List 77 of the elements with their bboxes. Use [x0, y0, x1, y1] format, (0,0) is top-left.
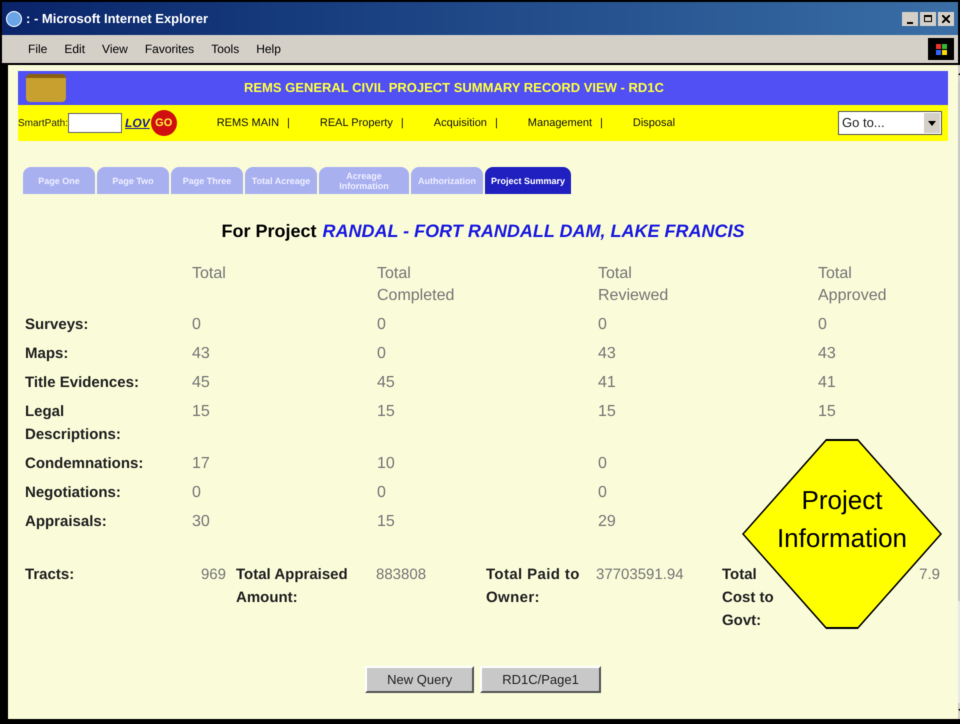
table-cell-text: 41: [598, 373, 617, 393]
total-label: Total Paid to Owner:: [486, 565, 581, 608]
table-cell-text: 45: [377, 373, 396, 393]
table-cell-text: 15: [377, 402, 396, 422]
menu-item[interactable]: View: [102, 40, 128, 58]
tab[interactable]: Project Summary: [485, 167, 572, 194]
total-label: Total Cost to Govt:: [722, 565, 775, 631]
goto-dropdown[interactable]: Go to...: [838, 111, 942, 135]
table-cell-text: 37703591.94: [596, 565, 685, 585]
smartpath-label: SmartPath:: [18, 116, 68, 130]
close-icon: [942, 14, 950, 22]
column-header: Total Completed: [377, 264, 456, 306]
nav-separator: |: [494, 116, 498, 131]
table-cell-text: 43: [192, 344, 211, 364]
nav-link[interactable]: Management: [528, 114, 592, 132]
table-cell-text: 0: [192, 483, 202, 503]
table-cell-text: 10: [377, 454, 396, 474]
row-label: Maps:: [25, 344, 70, 364]
go-button[interactable]: GO: [150, 110, 177, 136]
table-cell-text: 15: [192, 402, 211, 422]
table-cell-text: 41: [818, 373, 837, 393]
table-cell-text: 0: [598, 315, 608, 335]
smartpath-field[interactable]: [68, 113, 122, 133]
nav-link[interactable]: REMS MAIN: [216, 114, 280, 132]
windows-logo-icon: [928, 38, 954, 60]
page-button[interactable]: New Query: [365, 666, 474, 693]
table-cell-text: 15: [598, 402, 617, 422]
callout-text: Project Information: [776, 484, 908, 555]
table-cell-text: 43: [818, 344, 837, 364]
row-label: Legal Descriptions:: [25, 402, 122, 445]
browser-icon: [6, 10, 22, 26]
menu-item[interactable]: Favorites: [144, 40, 194, 58]
row-label: Appraisals:: [25, 512, 108, 532]
maximize-button[interactable]: [920, 12, 936, 26]
row-label: Negotiations:: [25, 483, 122, 503]
nav-link[interactable]: Disposal: [632, 114, 676, 132]
table-cell-text: 0: [377, 483, 387, 503]
column-header: Total: [192, 264, 227, 284]
lov-link[interactable]: LOV: [125, 114, 150, 132]
table-cell-text: 15: [818, 402, 837, 422]
minimize-button[interactable]: [902, 12, 918, 26]
table-cell-text: 17: [192, 454, 211, 474]
nav-link[interactable]: REAL Property: [320, 114, 393, 132]
row-label: Title Evidences:: [25, 373, 140, 393]
menu-item[interactable]: Help: [256, 40, 281, 58]
page-button[interactable]: RD1C/Page1: [480, 666, 601, 693]
menu-item[interactable]: Edit: [64, 40, 86, 58]
table-cell-text: 29: [598, 512, 617, 532]
table-cell-text: 883808: [376, 565, 428, 585]
table-cell-text: 0: [192, 315, 202, 335]
row-label: Surveys:: [25, 315, 90, 335]
nav-separator: |: [287, 116, 290, 131]
table-cell-text: 0: [377, 315, 387, 335]
row-label: Condemnations:: [25, 454, 144, 474]
table-cell-text: 43: [598, 344, 617, 364]
heading-label: For Project: [221, 220, 317, 243]
table-cell-text: 7.9: [919, 565, 940, 585]
table-cell-text: 15: [377, 512, 396, 532]
total-label: Total Appraised Amount:: [236, 565, 349, 608]
table-cell-text: 0: [377, 344, 387, 364]
table-cell-text: 45: [192, 373, 211, 393]
project-name: RANDAL - FORT RANDALL DAM, LAKE FRANCIS: [322, 220, 744, 243]
banner-title: REMS GENERAL CIVIL PROJECT SUMMARY RECORD VIEW - RD1C: [244, 79, 664, 98]
table-cell-text: 0: [598, 454, 608, 474]
row-label: Tracts:: [25, 565, 76, 585]
nav-separator: |: [600, 116, 603, 131]
nav-link[interactable]: Acquisition: [434, 114, 487, 132]
menu-item[interactable]: File: [28, 40, 48, 58]
menu-item[interactable]: Tools: [211, 40, 240, 58]
close-button[interactable]: [938, 12, 954, 26]
table-cell-text: 969: [200, 565, 226, 585]
window-title: : - Microsoft Internet Explorer: [26, 10, 208, 28]
column-header: Total Reviewed: [598, 264, 670, 306]
table-cell-text: 30: [192, 512, 211, 532]
nav-separator: |: [400, 116, 404, 131]
column-header: Total Approved: [818, 264, 888, 306]
table-cell-text: 0: [818, 315, 828, 335]
